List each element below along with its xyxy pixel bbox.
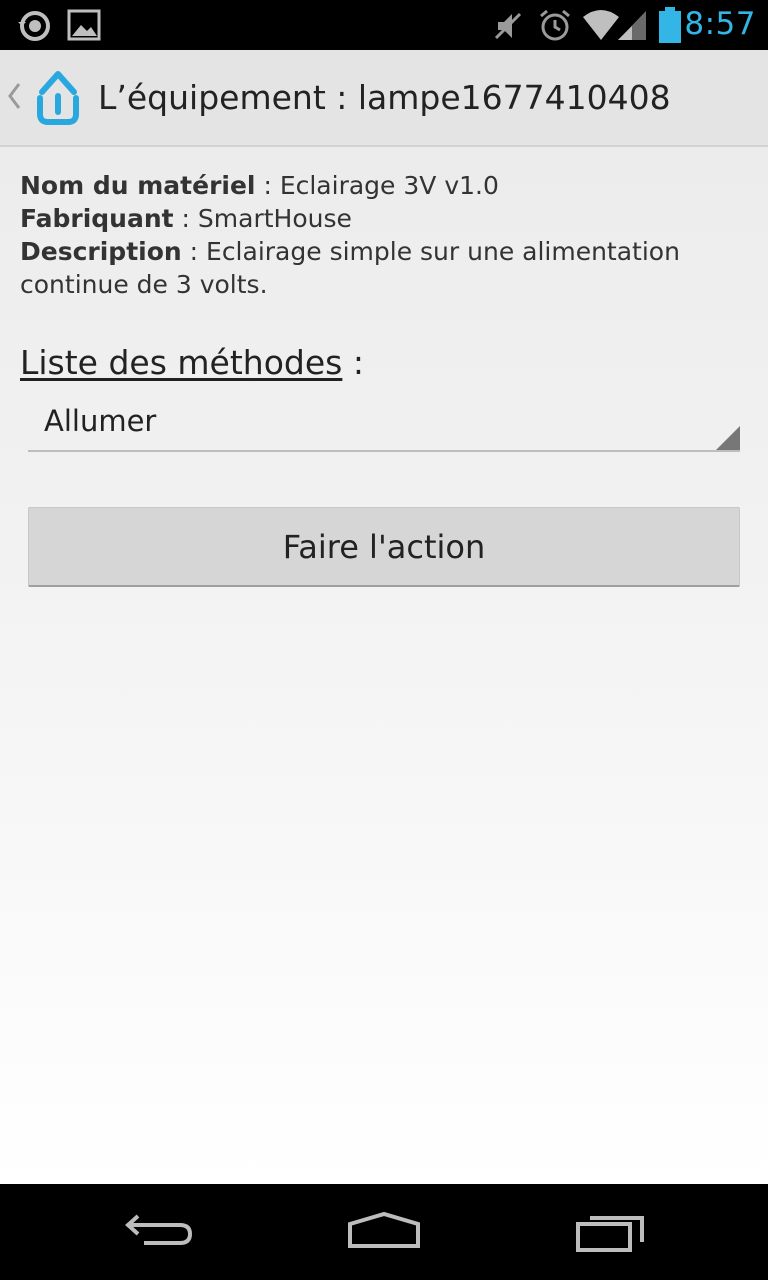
methods-heading-separator: : [342, 343, 364, 382]
recents-icon[interactable] [574, 1210, 646, 1254]
method-spinner-value: Allumer [44, 404, 157, 438]
picture-icon [67, 9, 101, 41]
home-icon[interactable] [346, 1210, 422, 1250]
device-name-value: : Eclairage 3V v1.0 [255, 171, 499, 200]
device-name-row: Nom du matériel : Eclairage 3V v1.0 [20, 169, 740, 202]
battery-icon [659, 7, 681, 43]
device-name-label: Nom du matériel [20, 171, 256, 200]
navigation-bar [0, 1184, 768, 1280]
main-content: Nom du matériel : Eclairage 3V v1.0 Fabr… [0, 147, 768, 1184]
signal-icon [618, 11, 646, 40]
alarm-icon [540, 9, 570, 41]
up-caret-icon[interactable] [6, 82, 22, 110]
action-bar[interactable]: L’équipement : lampe1677410408 [0, 50, 768, 147]
device-description-label: Description [20, 237, 182, 266]
do-action-button[interactable]: Faire l'action [28, 507, 740, 587]
method-spinner[interactable]: Allumer [28, 392, 740, 452]
page-title: L’équipement : lampe1677410408 [98, 78, 671, 117]
device-info: Nom du matériel : Eclairage 3V v1.0 Fabr… [20, 169, 740, 301]
device-maker-value: : SmartHouse [173, 204, 352, 233]
spinner-dropdown-icon [716, 426, 740, 450]
app-logo-icon[interactable] [34, 68, 82, 126]
status-bar: 8:57 [0, 0, 768, 50]
methods-heading-text: Liste des méthodes [20, 343, 343, 382]
back-icon[interactable] [124, 1210, 196, 1250]
methods-heading: Liste des méthodes : [20, 343, 364, 382]
wifi-icon [583, 10, 619, 40]
sync-icon [18, 11, 50, 41]
clock: 8:57 [684, 6, 756, 42]
mute-icon [494, 12, 522, 40]
device-maker-row: Fabriquant : SmartHouse [20, 202, 740, 235]
device-description-row: Description : Eclairage simple sur une a… [20, 235, 740, 301]
device-maker-label: Fabriquant [20, 204, 174, 233]
